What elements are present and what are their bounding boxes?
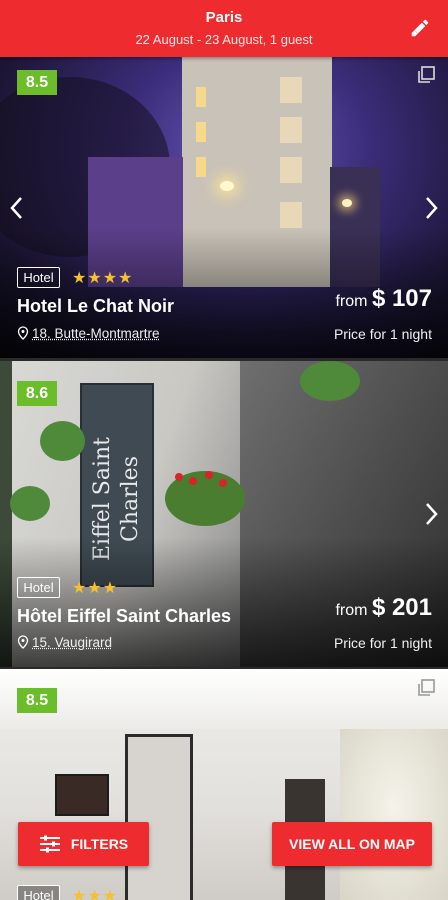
star-rating: ★★★★ xyxy=(72,270,134,287)
hotel-location[interactable]: 18. Butte-Montmartre xyxy=(17,326,160,341)
pencil-icon[interactable] xyxy=(409,17,431,39)
chevron-right-icon[interactable] xyxy=(424,195,440,221)
price-prefix: from xyxy=(335,602,368,619)
star-rating: ★★★ xyxy=(72,580,119,597)
view-all-on-map-button[interactable]: VIEW ALL ON MAP xyxy=(272,822,432,866)
hotel-card[interactable]: Eiffel Saint Charles 8.6 Hotel ★★★ Hôtel… xyxy=(0,361,448,667)
price: from $ 107 xyxy=(335,285,432,313)
gallery-icon[interactable] xyxy=(416,678,436,698)
location-text: 18. Butte-Montmartre xyxy=(32,326,160,341)
star-rating: ★★★ xyxy=(72,888,119,900)
price-note: Price for 1 night xyxy=(333,635,432,651)
rating-badge: 8.5 xyxy=(17,70,57,95)
rating-badge: 8.5 xyxy=(17,688,57,713)
filters-button-label: FILTERS xyxy=(70,836,129,852)
chevron-left-icon[interactable] xyxy=(8,195,24,221)
hotel-name[interactable]: Hôtel Eiffel Saint Charles xyxy=(17,606,231,627)
chevron-right-icon[interactable] xyxy=(424,501,440,527)
property-type-badge: Hotel xyxy=(17,267,60,288)
gallery-icon[interactable] xyxy=(416,65,436,85)
price-amount: $ 201 xyxy=(371,594,432,621)
hotel-location[interactable]: 15. Vaugirard xyxy=(17,635,112,650)
hotel-card[interactable]: 8.5 Hotel ★★★★ Hotel Le Chat Noir 18. Bu… xyxy=(0,57,448,358)
price: from $ 201 xyxy=(335,594,432,622)
property-type-badge: Hotel xyxy=(17,577,60,598)
map-button-label: VIEW ALL ON MAP xyxy=(289,836,415,852)
price-prefix: from xyxy=(335,293,368,310)
header-subtitle[interactable]: 22 August - 23 August, 1 guest xyxy=(0,32,448,47)
rating-badge: 8.6 xyxy=(17,381,57,406)
filter-sliders-icon xyxy=(39,835,60,853)
price-note: Price for 1 night xyxy=(333,326,432,342)
location-pin-icon xyxy=(17,635,29,649)
room-image xyxy=(125,734,193,900)
price-amount: $ 107 xyxy=(371,285,432,312)
location-text: 15. Vaugirard xyxy=(32,635,113,650)
location-pin-icon xyxy=(17,326,29,340)
app-header: Paris 22 August - 23 August, 1 guest xyxy=(0,0,448,57)
hotel-name[interactable]: Hotel Le Chat Noir xyxy=(17,296,174,317)
filters-button[interactable]: FILTERS xyxy=(18,822,149,866)
property-type-badge: Hotel xyxy=(17,885,60,900)
header-title: Paris xyxy=(205,9,243,26)
